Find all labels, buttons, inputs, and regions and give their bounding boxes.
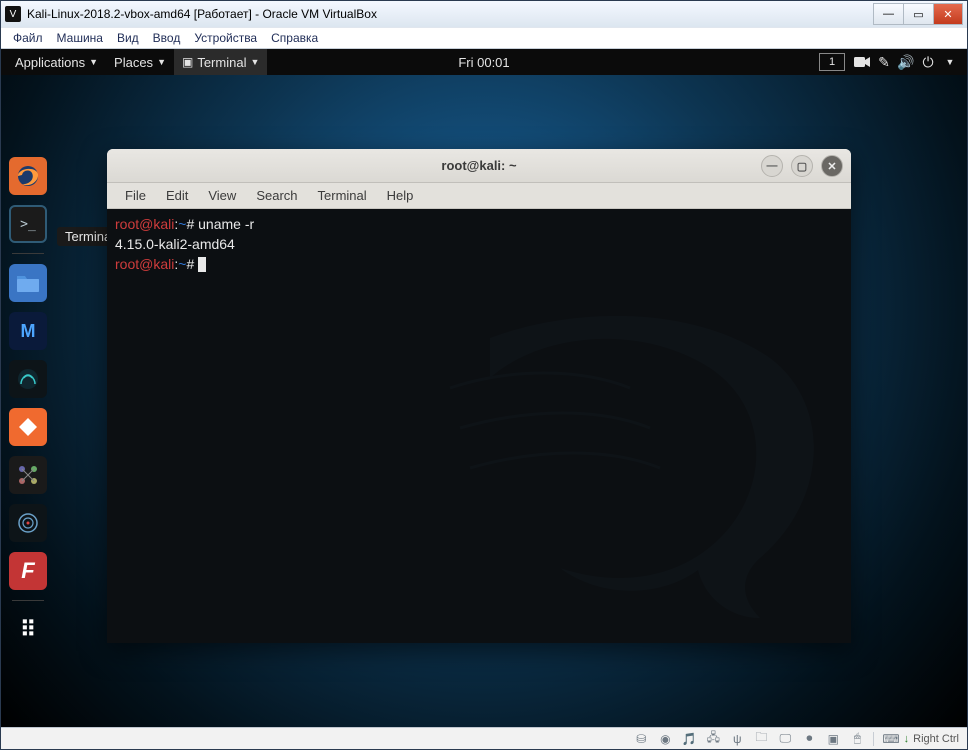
- command-text: uname -r: [198, 216, 254, 232]
- virtualbox-icon: V: [5, 6, 21, 22]
- maximize-button[interactable]: ▭: [903, 3, 933, 25]
- armitage-launcher[interactable]: [9, 360, 47, 398]
- menu-input[interactable]: Ввод: [147, 29, 187, 47]
- cursor: [198, 257, 206, 272]
- prompt-at: @: [139, 216, 153, 232]
- chevron-down-icon: ▼: [89, 57, 98, 67]
- terminal-menu-search[interactable]: Search: [248, 186, 305, 205]
- virtualbox-menubar: Файл Машина Вид Ввод Устройства Справка: [1, 27, 967, 49]
- optical-drive-icon[interactable]: ◉: [657, 732, 673, 746]
- terminal-titlebar[interactable]: root@kali: ~ — ▢ ✕: [107, 149, 851, 183]
- places-label: Places: [114, 55, 153, 70]
- show-applications-button[interactable]: ⠿: [9, 611, 47, 649]
- cpu-icon[interactable]: ▣: [825, 732, 841, 746]
- prompt-user: root: [115, 256, 139, 272]
- close-button[interactable]: ✕: [933, 3, 963, 25]
- menu-help[interactable]: Справка: [265, 29, 324, 47]
- zenmap-launcher[interactable]: [9, 504, 47, 542]
- command-output: 4.15.0-kali2-amd64: [115, 236, 235, 252]
- keyboard-icon: ⌨: [882, 732, 899, 746]
- prompt-user: root: [115, 216, 139, 232]
- dock-separator: [12, 600, 44, 601]
- accessibility-icon[interactable]: ✎: [873, 54, 895, 71]
- prompt-host: kali: [153, 216, 174, 232]
- dock-separator: [12, 253, 44, 254]
- terminal-taskbar-item[interactable]: ▣ Terminal ▼: [174, 49, 267, 75]
- burpsuite-launcher[interactable]: [9, 408, 47, 446]
- favorites-dock: >_ M F ⠿: [5, 157, 51, 649]
- prompt-host: kali: [153, 256, 174, 272]
- virtualbox-window: V Kali-Linux-2018.2-vbox-amd64 [Работает…: [0, 0, 968, 750]
- menu-machine[interactable]: Машина: [51, 29, 109, 47]
- applications-label: Applications: [15, 55, 85, 70]
- terminal-menubar: File Edit View Search Terminal Help: [107, 183, 851, 209]
- metasploit-launcher[interactable]: M: [9, 312, 47, 350]
- arrow-down-icon: ↓: [904, 733, 910, 745]
- vm-display[interactable]: Applications ▼ Places ▼ ▣ Terminal ▼ Fri…: [1, 49, 967, 727]
- terminal-title: root@kali: ~: [441, 158, 516, 173]
- terminal-window: root@kali: ~ — ▢ ✕ File Edit View Search…: [107, 149, 851, 643]
- places-menu[interactable]: Places ▼: [106, 49, 174, 75]
- menu-file[interactable]: Файл: [7, 29, 49, 47]
- recording-icon[interactable]: ⏺: [801, 732, 817, 746]
- terminal-icon: ▣: [182, 55, 193, 69]
- files-launcher[interactable]: [9, 264, 47, 302]
- usb-icon[interactable]: ψ: [729, 732, 745, 746]
- terminal-minimize-button[interactable]: —: [761, 155, 783, 177]
- workspace-indicator[interactable]: 1: [819, 53, 845, 71]
- terminal-menu-edit[interactable]: Edit: [158, 186, 196, 205]
- chevron-down-icon: ▼: [157, 57, 166, 67]
- terminal-taskbar-label: Terminal: [197, 55, 246, 70]
- terminal-close-button[interactable]: ✕: [821, 155, 843, 177]
- firefox-launcher[interactable]: [9, 157, 47, 195]
- terminal-menu-terminal[interactable]: Terminal: [310, 186, 375, 205]
- display-icon[interactable]: 🖵: [777, 732, 793, 746]
- terminal-launcher[interactable]: >_: [9, 205, 47, 243]
- host-key-label: Right Ctrl: [913, 733, 959, 745]
- maltego-launcher[interactable]: [9, 456, 47, 494]
- clock[interactable]: Fri 00:01: [458, 55, 509, 70]
- terminal-maximize-button[interactable]: ▢: [791, 155, 813, 177]
- window-title: Kali-Linux-2018.2-vbox-amd64 [Работает] …: [27, 7, 873, 21]
- chevron-down-icon[interactable]: ▼: [939, 57, 961, 67]
- virtualbox-statusbar: ⛁ ◉ 🎵 🖧 ψ 🗀 🖵 ⏺ ▣ 🖱 ⌨ ↓ Right Ctrl: [1, 727, 967, 749]
- mouse-integration-icon[interactable]: 🖱: [849, 732, 865, 746]
- kali-dragon-watermark: [391, 279, 811, 639]
- prompt-hash: #: [186, 216, 198, 232]
- terminal-menu-help[interactable]: Help: [379, 186, 422, 205]
- prompt-at: @: [139, 256, 153, 272]
- virtualbox-titlebar[interactable]: V Kali-Linux-2018.2-vbox-amd64 [Работает…: [1, 1, 967, 27]
- terminal-menu-view[interactable]: View: [200, 186, 244, 205]
- host-key-indicator[interactable]: ⌨ ↓ Right Ctrl: [873, 732, 959, 746]
- applications-menu[interactable]: Applications ▼: [7, 49, 106, 75]
- menu-devices[interactable]: Устройства: [188, 29, 263, 47]
- terminal-menu-file[interactable]: File: [117, 186, 154, 205]
- volume-icon[interactable]: 🔊: [895, 54, 917, 71]
- shared-folders-icon[interactable]: 🗀: [753, 732, 769, 746]
- record-screen-icon[interactable]: [851, 56, 873, 68]
- hard-disk-icon[interactable]: ⛁: [633, 732, 649, 746]
- audio-icon[interactable]: 🎵: [681, 732, 697, 746]
- minimize-button[interactable]: —: [873, 3, 903, 25]
- gnome-top-panel: Applications ▼ Places ▼ ▣ Terminal ▼ Fri…: [1, 49, 967, 75]
- chevron-down-icon: ▼: [250, 57, 259, 67]
- power-icon[interactable]: ⏻: [917, 54, 939, 71]
- terminal-body[interactable]: root@kali:~# uname -r 4.15.0-kali2-amd64…: [107, 209, 851, 643]
- network-icon[interactable]: 🖧: [705, 732, 721, 746]
- faraday-launcher[interactable]: F: [9, 552, 47, 590]
- menu-view[interactable]: Вид: [111, 29, 145, 47]
- prompt-hash: #: [186, 256, 198, 272]
